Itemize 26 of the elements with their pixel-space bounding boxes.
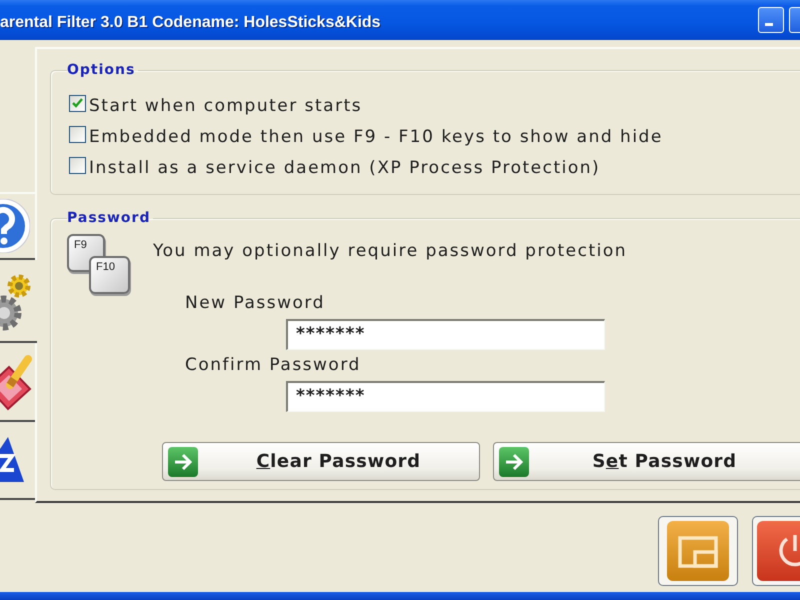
power-button[interactable]	[752, 516, 800, 586]
window-title: arental Filter 3.0 B1 Codename: HolesSticks&Kids	[0, 12, 382, 32]
window-icon	[667, 521, 729, 581]
checkbox[interactable]	[69, 157, 86, 174]
side-tab[interactable]	[0, 260, 37, 343]
checkbox[interactable]	[69, 95, 86, 112]
keyboard-key: F10	[89, 256, 130, 294]
window-button[interactable]	[658, 516, 738, 586]
password-field[interactable]: *******	[286, 319, 605, 350]
checkbox[interactable]	[69, 126, 86, 143]
group-title: Options	[67, 62, 136, 78]
maximize-button[interactable]	[789, 7, 800, 33]
password-button[interactable]: Clear Password	[162, 442, 480, 481]
description-text: You may optionally require password protection	[153, 241, 628, 261]
triangle-icon	[0, 436, 24, 484]
password-field[interactable]: *******	[286, 381, 605, 412]
power-icon	[757, 521, 800, 581]
checkbox-label[interactable]: Embedded mode then use F9 - F10 keys to show and hide	[89, 126, 663, 146]
group-title: Password	[67, 210, 152, 226]
field-label: New Password	[185, 293, 325, 315]
password-button[interactable]: Set Password	[493, 442, 800, 481]
field-label: Confirm Password	[185, 355, 361, 377]
help-icon	[0, 199, 30, 253]
minimize-button[interactable]	[758, 7, 784, 33]
checkbox-label[interactable]: Install as a service daemon (XP Process Protection)	[89, 158, 600, 178]
checkbox-label[interactable]: Start when computer starts	[89, 96, 362, 116]
